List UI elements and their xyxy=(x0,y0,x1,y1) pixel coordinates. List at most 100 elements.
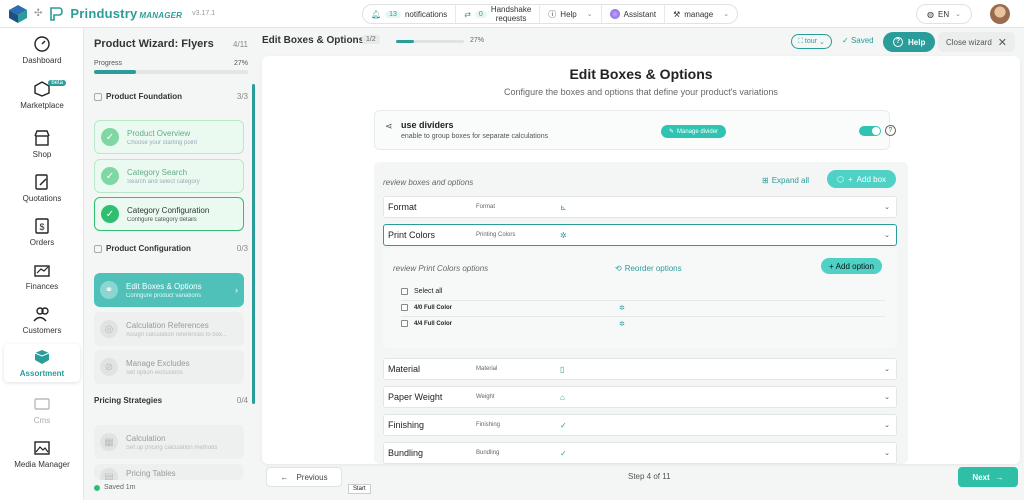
nav-dashboard[interactable]: Dashboard xyxy=(4,30,80,70)
handshake-button[interactable]: ⇄ 0 Handshake requests xyxy=(456,5,541,23)
language-select[interactable]: ◍ EN ⌄ xyxy=(916,4,972,24)
help-menu[interactable]: ⓘ Help ⌄ xyxy=(540,5,602,23)
step-badge: 1/2 xyxy=(362,35,380,44)
section-product-configuration[interactable]: Product Configuration 0/3 xyxy=(94,244,248,253)
color-wheel-icon: ✲ xyxy=(619,320,625,328)
chevron-down-icon: ⌄ xyxy=(884,366,890,373)
assistant-label: Assistant xyxy=(623,9,657,19)
globe-icon: ◍ xyxy=(927,9,934,19)
help-icon[interactable]: ? xyxy=(885,125,896,136)
nav-media-manager-label: Media Manager xyxy=(14,460,70,469)
review-label: review boxes and options xyxy=(383,178,474,187)
box-row-material[interactable]: Material Material ▯ ⌄ xyxy=(383,358,897,380)
box-row-print-colors[interactable]: Print Colors Printing Colors ✲ ⌄ xyxy=(383,224,897,246)
arrow-right-icon: → xyxy=(995,472,1004,482)
manage-menu[interactable]: ⚒ manage ⌄ xyxy=(665,5,737,23)
nav-customers[interactable]: Customers xyxy=(4,300,80,340)
reorder-options-button[interactable]: ⟲ Reorder options xyxy=(615,264,682,273)
tour-button[interactable]: ⛶ tour ⌄ xyxy=(791,34,832,49)
option-checkbox[interactable] xyxy=(401,304,408,311)
brand-mark-icon xyxy=(50,6,64,21)
notifications-button[interactable]: 🔔︎ 13 notifications xyxy=(363,5,457,23)
add-option-button[interactable]: + Add option xyxy=(821,258,882,274)
assistant-icon xyxy=(609,9,620,19)
chevron-down-icon: ⌄ xyxy=(884,422,890,429)
question-icon: ? xyxy=(893,37,903,47)
nav-finances-label: Finances xyxy=(25,282,59,291)
chevron-up-icon: ⌄ xyxy=(884,232,890,239)
nav-customers-label: Customers xyxy=(22,326,62,335)
content-card: Edit Boxes & Options Configure the boxes… xyxy=(262,56,1020,464)
nav-media-manager[interactable]: Media Manager xyxy=(4,434,80,474)
select-all-row[interactable]: Select all xyxy=(401,284,885,298)
shop-icon xyxy=(34,130,50,146)
box-row-paper-weight[interactable]: Paper Weight Weight ⌂ ⌄ xyxy=(383,386,897,408)
previous-button[interactable]: ← Previous xyxy=(266,467,342,487)
header-progress-bar xyxy=(396,40,464,43)
media-icon xyxy=(34,441,50,455)
section-product-foundation[interactable]: Product Foundation 3/3 xyxy=(94,92,248,101)
nav-cms[interactable]: Cms xyxy=(4,390,80,430)
nav-assortment[interactable]: Assortment xyxy=(4,344,80,382)
pin-icon[interactable]: ✣ xyxy=(34,8,42,19)
version-label: v3.17.1 xyxy=(192,10,216,17)
box-row-bundling[interactable]: Bundling Bundling ✓ ⌄ xyxy=(383,442,897,464)
assistant-button[interactable]: Assistant xyxy=(602,5,666,23)
option-row[interactable]: 4/4 Full Color ✲ xyxy=(401,316,885,330)
app-logo-icon[interactable] xyxy=(8,4,28,24)
link-icon: ⚭ xyxy=(100,281,118,299)
step-product-overview[interactable]: ✓ Product Overview Choose your starting p… xyxy=(94,120,244,154)
step-calculation-references[interactable]: ◎ Calculation References Assign calculati… xyxy=(94,312,244,346)
options-label: review Print Colors options xyxy=(393,264,489,273)
notifications-count: 13 xyxy=(385,10,401,18)
dividers-toggle[interactable] xyxy=(859,126,881,136)
arrow-left-icon: ← xyxy=(280,472,289,482)
top-bar: ✣ Prindustry MANAGER v3.17.1 🔔︎ 13 notifi… xyxy=(0,0,1024,28)
nav-finances[interactable]: Finances xyxy=(4,256,80,296)
color-wheel-icon: ✲ xyxy=(560,230,567,240)
customers-icon xyxy=(33,307,49,322)
nav-shop[interactable]: Shop xyxy=(4,124,80,164)
check-icon: ✓ xyxy=(560,448,567,458)
box-row-finishing[interactable]: Finishing Finishing ✓ ⌄ xyxy=(383,414,897,436)
wizard-scrollbar[interactable] xyxy=(252,84,255,404)
option-checkbox[interactable] xyxy=(401,320,408,327)
edit-icon: ✎ xyxy=(669,129,675,135)
close-wizard-button[interactable]: Close wizard ✕ xyxy=(938,32,1016,52)
tour-icon: ⛶ xyxy=(798,37,803,45)
option-row[interactable]: 4/0 Full Color ✲ xyxy=(401,300,885,314)
select-all-checkbox[interactable] xyxy=(401,287,408,295)
step-calculation[interactable]: ▦ Calculation Set up pricing calculation … xyxy=(94,425,244,459)
handshake-label: Handshake requests xyxy=(490,5,532,23)
user-avatar[interactable] xyxy=(990,4,1010,24)
box-row-format[interactable]: Format Format ⊾ ⌄ xyxy=(383,196,897,218)
saved-status: Saved 1m xyxy=(94,484,136,491)
nav-quotations[interactable]: Quotations xyxy=(4,168,80,208)
color-wheel-icon: ✲ xyxy=(619,304,625,312)
weight-icon: ⌂ xyxy=(560,392,565,402)
next-button[interactable]: Next → xyxy=(958,467,1018,487)
refresh-icon: ⟲ xyxy=(615,264,622,273)
dividers-subtitle: enable to group boxes for separate calcu… xyxy=(401,133,549,140)
beta-badge: beta xyxy=(48,80,66,86)
finances-icon xyxy=(34,265,50,277)
status-dot-icon xyxy=(94,484,100,491)
print-colors-options: review Print Colors options ⟲ Reorder op… xyxy=(383,248,897,348)
quotations-icon xyxy=(35,174,48,190)
help-button[interactable]: ? Help xyxy=(883,32,936,52)
step-edit-boxes-options[interactable]: ⚭ Edit Boxes & Options Configure product … xyxy=(94,273,244,307)
add-box-button[interactable]: ⬡ + Add box xyxy=(827,170,897,188)
manage-divider-button[interactable]: ✎ Manage divider xyxy=(661,125,727,138)
step-pricing-tables[interactable]: ▤ Pricing Tables xyxy=(94,464,244,480)
handshake-count: 0 xyxy=(474,10,487,18)
nav-orders-label: Orders xyxy=(29,238,55,247)
nav-marketplace-label: Marketplace xyxy=(20,101,64,110)
nav-orders[interactable]: $ Orders xyxy=(4,212,80,252)
step-category-search[interactable]: ✓ Category Search Search and select categ… xyxy=(94,159,244,193)
notifications-label: notifications xyxy=(404,9,448,19)
section-pricing-strategies[interactable]: Pricing Strategies 0/4 xyxy=(94,396,248,405)
step-category-configuration[interactable]: ✓ Category Configuration Configure catego… xyxy=(94,197,244,231)
step-manage-excludes[interactable]: ⊘ Manage Excludes Set option exclusions xyxy=(94,350,244,384)
nav-marketplace[interactable]: beta Marketplace xyxy=(4,74,80,116)
expand-all-button[interactable]: ⊞ Expand all xyxy=(762,176,809,185)
